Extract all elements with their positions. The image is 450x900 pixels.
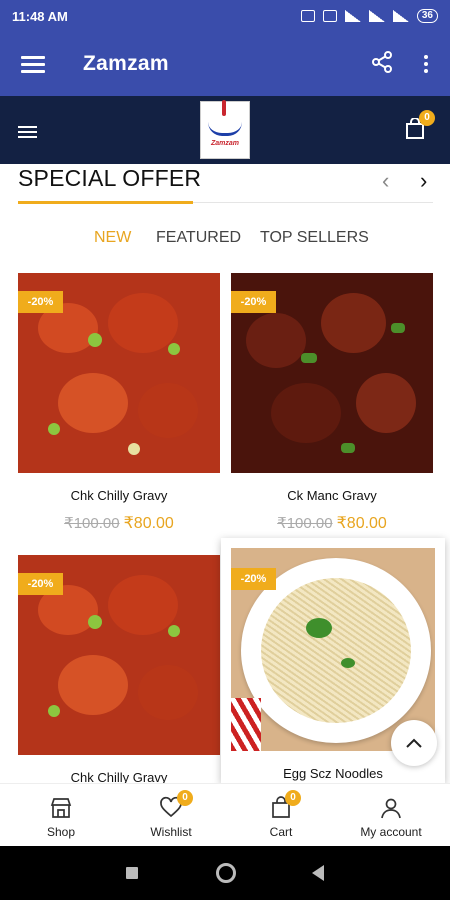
- product-price: ₹100.00 ₹80.00: [231, 513, 433, 533]
- wifi-icon: [392, 10, 409, 22]
- scroll-to-top-button[interactable]: [391, 720, 437, 766]
- discount-badge: -20%: [231, 568, 276, 590]
- site-header: Zamzam 0: [0, 96, 450, 164]
- back-icon[interactable]: [312, 865, 324, 881]
- tab-new[interactable]: NEW: [94, 229, 131, 247]
- battery-icon: 36: [416, 9, 438, 23]
- status-bar: 11:48 AM 36: [0, 0, 450, 32]
- home-icon[interactable]: [216, 863, 236, 883]
- nav-my-account[interactable]: My account: [335, 784, 447, 847]
- product-card[interactable]: -20% Chk Chilly Gravy: [18, 555, 220, 785]
- section-title-underline: [18, 201, 193, 204]
- user-icon: [381, 798, 401, 819]
- system-nav-bar: [0, 846, 450, 900]
- app-bar: Zamzam: [0, 32, 450, 96]
- product-tabs: NEW FEATURED TOP SELLERS: [0, 229, 450, 251]
- section-title: SPECIAL OFFER: [18, 165, 202, 191]
- logo-cup-icon: [208, 99, 242, 136]
- product-name[interactable]: Ck Manc Gravy: [231, 488, 433, 503]
- discount-badge: -20%: [18, 573, 63, 595]
- product-card[interactable]: -20% Chk Chilly Gravy ₹100.00 ₹80.00: [18, 273, 220, 533]
- signal-icon: [344, 10, 361, 22]
- share-icon[interactable]: [370, 50, 394, 79]
- header-cart-button[interactable]: 0: [405, 110, 435, 140]
- wishlist-badge: 0: [177, 790, 193, 806]
- tab-featured[interactable]: FEATURED: [156, 229, 241, 247]
- cart-badge: 0: [285, 790, 301, 806]
- nav-label: Shop: [46, 825, 76, 839]
- nav-shop[interactable]: Shop: [5, 784, 117, 847]
- nav-label: Cart: [269, 825, 293, 839]
- discount-badge: -20%: [231, 291, 276, 313]
- sale-price: ₹80.00: [123, 515, 174, 532]
- sale-price: ₹80.00: [336, 515, 387, 532]
- nav-cart[interactable]: 0 Cart: [225, 784, 337, 847]
- tab-top-sellers[interactable]: TOP SELLERS: [260, 229, 369, 247]
- product-name[interactable]: Egg Scz Noodles: [221, 766, 445, 781]
- more-options-icon[interactable]: [424, 52, 428, 76]
- old-price: ₹100.00: [64, 515, 120, 532]
- recents-icon[interactable]: [126, 867, 138, 879]
- logo-brand-text: Zamzam: [210, 139, 239, 147]
- nav-label: My account: [360, 825, 422, 839]
- status-time: 11:48 AM: [12, 8, 68, 24]
- discount-badge: -20%: [18, 291, 63, 313]
- signal-2-icon: [368, 10, 385, 22]
- chevron-left-icon[interactable]: ‹: [382, 168, 389, 194]
- product-name[interactable]: Chk Chilly Gravy: [18, 488, 220, 503]
- site-logo[interactable]: Zamzam: [200, 99, 250, 159]
- bottom-nav: Shop 0 Wishlist 0 Cart My account: [0, 783, 450, 846]
- menu-icon[interactable]: [21, 52, 45, 77]
- header-cart-badge: 0: [419, 110, 435, 126]
- site-menu-icon[interactable]: [18, 123, 37, 141]
- alarm-icon: [300, 10, 315, 22]
- app-notification-icon: [322, 10, 337, 22]
- nav-wishlist[interactable]: 0 Wishlist: [115, 784, 227, 847]
- old-price: ₹100.00: [277, 515, 333, 532]
- shop-icon: [50, 798, 72, 818]
- status-icons: 36: [300, 9, 438, 23]
- product-card[interactable]: -20% Ck Manc Gravy ₹100.00 ₹80.00: [231, 273, 433, 533]
- product-price: ₹100.00 ₹80.00: [18, 513, 220, 533]
- nav-label: Wishlist: [150, 825, 192, 839]
- chevron-right-icon[interactable]: ›: [420, 168, 427, 194]
- chevron-up-icon: [406, 738, 422, 748]
- app-title: Zamzam: [83, 52, 169, 75]
